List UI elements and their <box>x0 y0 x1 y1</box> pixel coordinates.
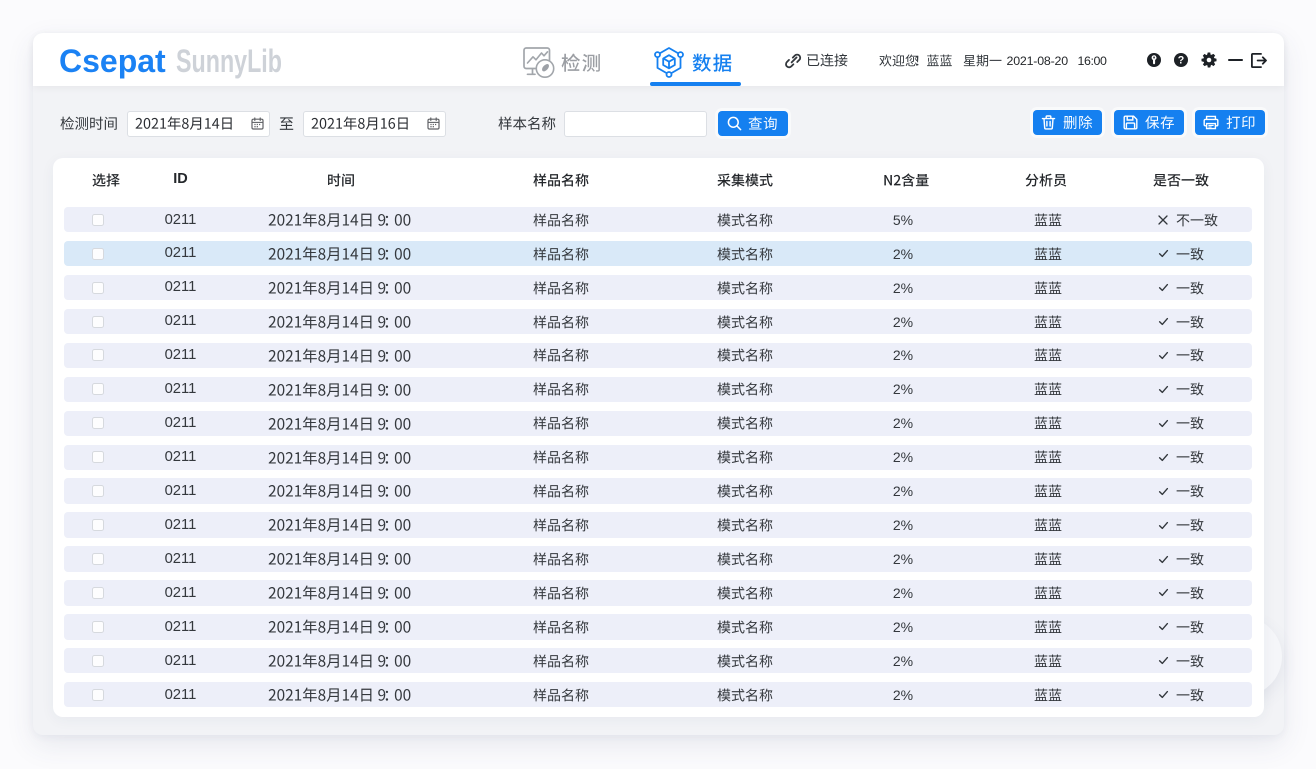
svg-text:?: ? <box>1178 55 1184 67</box>
